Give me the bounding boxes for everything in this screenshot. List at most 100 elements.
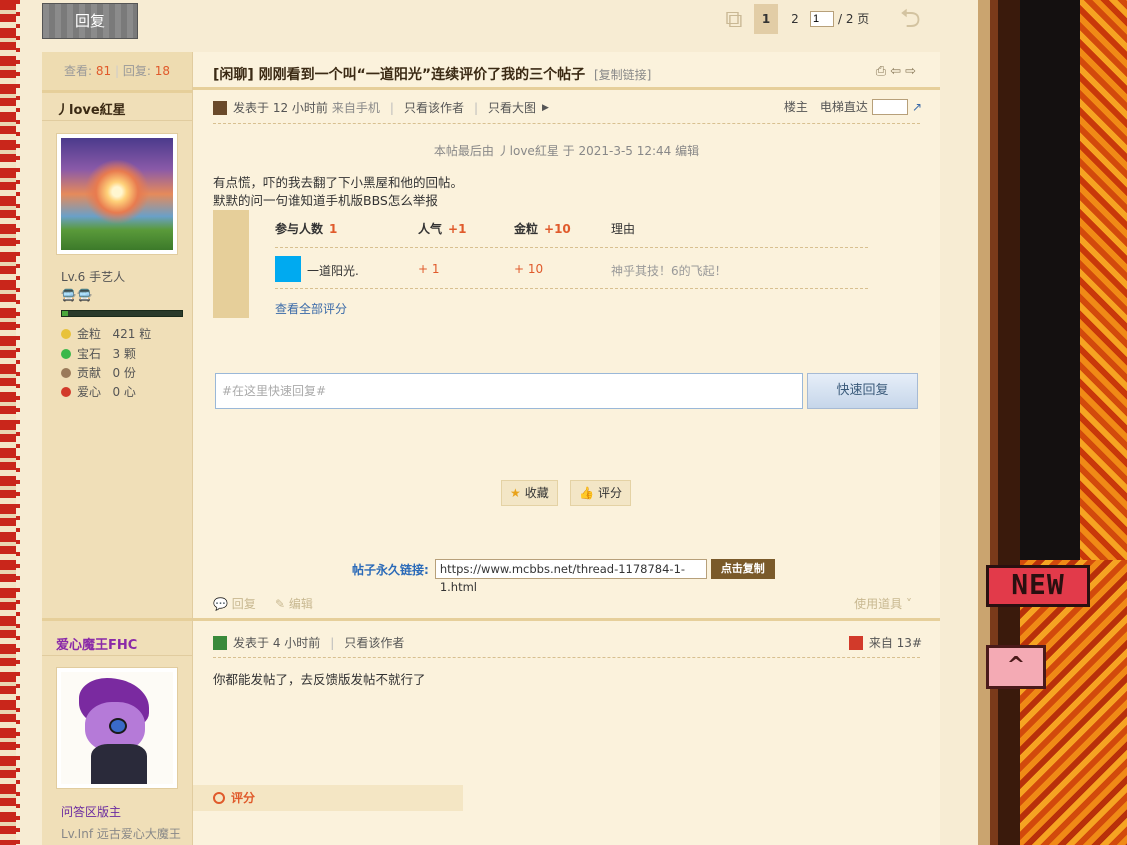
- stat-value: 0 份: [112, 366, 136, 380]
- stat-value: 421 粒: [112, 327, 152, 341]
- edit-action[interactable]: ✎ 编辑: [275, 595, 313, 612]
- medal-icons: 🚍🚍: [61, 288, 93, 302]
- pencil-icon: ✎: [275, 597, 286, 611]
- dashed-divider: [213, 657, 920, 658]
- avatar[interactable]: [56, 133, 178, 255]
- goto-icon[interactable]: ↗: [912, 100, 922, 114]
- rating-section: 评分: [193, 785, 463, 811]
- divider: |: [473, 100, 479, 115]
- page-link-2[interactable]: 2: [786, 4, 804, 34]
- post-time: 发表于 4 小时前: [233, 636, 321, 650]
- page-input[interactable]: [810, 11, 834, 27]
- pagination: ⧉ 1 2 / 2 页 ⮌: [718, 4, 935, 34]
- rating-header-popularity: 人气 +1: [418, 220, 466, 237]
- circle-icon: [213, 792, 225, 804]
- replies-count: 18: [154, 64, 170, 78]
- stat-value: 0 心: [112, 385, 136, 399]
- stat-value: 3 颗: [112, 347, 136, 361]
- rating-popularity: + 1: [418, 262, 440, 276]
- user-mini-avatar: [213, 100, 227, 115]
- divider: |: [330, 635, 335, 650]
- speech-bubble-icon: 💬: [213, 597, 228, 611]
- copy-link[interactable]: [复制链接]: [594, 68, 651, 82]
- next-thread-icon[interactable]: ⇨: [905, 64, 920, 79]
- floor-info: 来自 13#: [848, 634, 922, 651]
- only-author-link[interactable]: 只看该作者: [404, 99, 464, 116]
- divider: [42, 120, 192, 121]
- post-body: 你都能发帖了，去反馈版发帖不就行了: [213, 672, 426, 687]
- rater-avatar[interactable]: [275, 256, 301, 282]
- floor-number[interactable]: 来自 13#: [869, 634, 922, 651]
- permalink-field[interactable]: https://www.mcbbs.net/thread-1178784-1-1…: [434, 559, 707, 594]
- dashed-divider: [275, 288, 868, 289]
- use-tool-menu[interactable]: 使用道具 ˅: [854, 595, 912, 612]
- replies-label: 回复:: [122, 64, 151, 78]
- permalink-label: 帖子永久链接:: [352, 562, 429, 577]
- big-image-link[interactable]: 只看大图: [488, 99, 536, 116]
- rating-reason: 神乎其技！6的飞起！: [611, 264, 727, 278]
- rating-label: 评分: [231, 791, 256, 805]
- print-icon[interactable]: ⎙: [876, 64, 890, 79]
- divider: [193, 618, 940, 621]
- exp-fill: [62, 311, 68, 316]
- view-all-ratings-link[interactable]: 查看全部评分: [275, 300, 347, 317]
- dashed-divider: [275, 247, 868, 248]
- divider: [193, 87, 940, 90]
- stat-label: 贡献: [77, 366, 102, 380]
- post-meta: 发表于 12 小时前 来自手机 | 只看该作者 | 只看大图 ▶: [213, 99, 549, 116]
- edit-label: 编辑: [288, 597, 313, 611]
- rating-gold: + 10: [514, 262, 544, 276]
- quick-reply-input[interactable]: #在这里快速回复#: [215, 373, 803, 409]
- views-count: 81: [95, 64, 112, 78]
- divider: |: [389, 100, 394, 115]
- rater-name[interactable]: 一道阳光.: [307, 262, 359, 279]
- avatar-eye: [109, 718, 127, 734]
- thread-stats: 查看: 81 | 回复: 18: [42, 52, 192, 90]
- thread-title-text: [闲聊] 刚刚看到一个叫“一道阳光”连续评价了我的三个帖子: [213, 67, 586, 83]
- author-name[interactable]: 丿love紅星: [56, 99, 126, 118]
- thread-title-row: [闲聊] 刚刚看到一个叫“一道阳光”连续评价了我的三个帖子 [复制链接] ⎙⇦⇨: [193, 52, 940, 90]
- stat-love: 爱心 0 心: [61, 383, 136, 400]
- reply-label: 回复: [231, 597, 256, 611]
- right-decorative-panel: [978, 0, 1127, 845]
- header-value: +1: [448, 222, 467, 236]
- post-text-line: 默默的问一句谁知道手机版BBS怎么举报: [213, 193, 438, 208]
- divider: [42, 90, 192, 93]
- return-arrow-icon[interactable]: ⮌: [885, 4, 935, 34]
- header-label: 金粒: [514, 222, 539, 236]
- gem-icon: [61, 349, 71, 359]
- avatar[interactable]: [56, 667, 178, 789]
- moderator-title[interactable]: 问答区版主: [61, 803, 121, 820]
- only-author-link[interactable]: 只看该作者: [344, 634, 404, 651]
- author-name[interactable]: 爱心魔王FHC: [56, 634, 137, 653]
- avatar-body: [91, 744, 147, 784]
- floor-info: 楼主 电梯直达 ↗: [784, 98, 922, 115]
- dashed-divider: [213, 123, 920, 124]
- gold-icon: [61, 329, 71, 339]
- rate-button[interactable]: 👍 评分: [570, 480, 631, 506]
- contribution-icon: [61, 368, 71, 378]
- prev-thread-icon[interactable]: ⇦: [890, 64, 905, 79]
- source-icon: [848, 635, 863, 650]
- stat-gold: 金粒 421 粒: [61, 325, 151, 342]
- avatar-image: [61, 672, 173, 784]
- caret-right-icon: ▶: [542, 102, 549, 113]
- copy-button[interactable]: 点击复制: [710, 559, 775, 579]
- quick-reply-button[interactable]: 快速回复: [807, 373, 918, 409]
- new-badge[interactable]: NEW: [986, 565, 1090, 607]
- back-to-top-button[interactable]: ^: [986, 645, 1046, 689]
- apple-icon: [61, 387, 71, 397]
- permalink-row: 帖子永久链接: https://www.mcbbs.net/thread-117…: [352, 559, 775, 594]
- page-total: / 2 页: [838, 12, 870, 26]
- goto-floor-input[interactable]: [871, 98, 908, 115]
- favorite-button[interactable]: ★ 收藏: [501, 480, 558, 506]
- reply-action[interactable]: 💬 回复: [213, 595, 256, 612]
- first-page-icon[interactable]: ⧉: [718, 4, 750, 34]
- trim: [978, 0, 990, 845]
- rate-label: 评分: [597, 486, 622, 500]
- reply-button[interactable]: 回复: [42, 3, 138, 39]
- rating-header-people: 参与人数 1: [275, 220, 337, 237]
- stat-label: 爱心: [77, 385, 102, 399]
- header-label: 参与人数: [275, 222, 324, 236]
- trim: [998, 0, 1020, 845]
